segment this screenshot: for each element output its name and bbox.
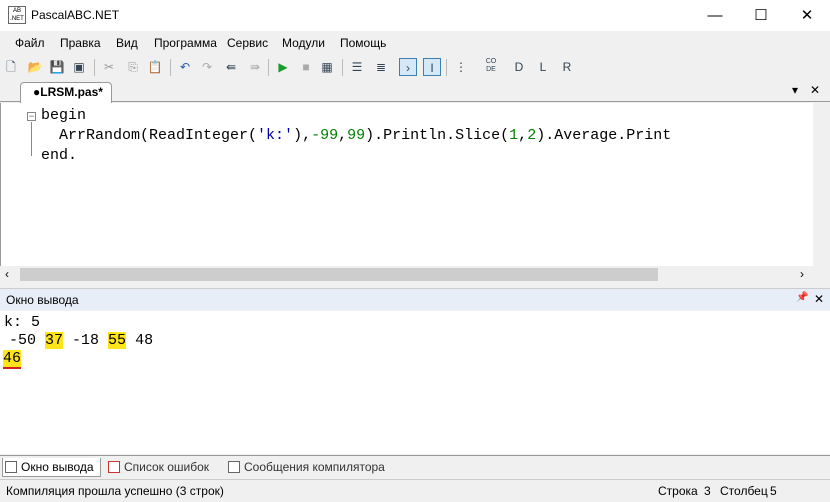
tab-compiler-messages[interactable]: Сообщения компилятора xyxy=(226,458,385,477)
open-icon[interactable]: 📂 xyxy=(26,58,44,76)
output-icon xyxy=(5,461,17,473)
output-title: Окно вывода xyxy=(6,293,79,307)
tab-menu-icon[interactable]: ▾ xyxy=(792,83,798,97)
redo-icon[interactable]: ↷ xyxy=(198,58,216,76)
menu-file[interactable]: Файл xyxy=(15,36,45,50)
title-bar: AB .NET PascalABC.NET — ☐ ✕ xyxy=(0,0,830,31)
col-value: 5 xyxy=(770,484,777,498)
output-window[interactable]: k: 5 -50 37 -18 55 48 46 xyxy=(0,311,830,454)
format-icon[interactable]: ☰ xyxy=(348,58,366,76)
menu-bar: Файл Правка Вид Программа Сервис Модули … xyxy=(0,31,830,55)
status-message: Компиляция прошла успешно (3 строк) xyxy=(6,484,224,498)
file-tab[interactable]: ●LRSM.pas* xyxy=(20,82,112,103)
code-icon[interactable]: CO DE xyxy=(482,58,500,76)
status-bar: Компиляция прошла успешно (3 строк) Стро… xyxy=(0,479,830,502)
app-logo-icon: AB .NET xyxy=(8,6,26,24)
scroll-left-icon[interactable]: ‹ xyxy=(5,267,9,281)
row-value: 3 xyxy=(704,484,711,498)
console-toggle-icon[interactable]: › xyxy=(399,58,417,76)
window-title: PascalABC.NET xyxy=(31,8,120,22)
col-label: Столбец xyxy=(720,484,768,498)
menu-program[interactable]: Программа xyxy=(154,36,217,50)
code-editor[interactable]: − begin ArrRandom(ReadInteger('k:'),-99,… xyxy=(0,103,830,268)
bottom-tabs: Окно вывода Список ошибок Сообщения комп… xyxy=(0,455,830,477)
scroll-thumb[interactable] xyxy=(20,268,658,281)
output-line-2: -50 37 -18 55 48 xyxy=(0,332,154,349)
messages-icon xyxy=(228,461,240,473)
fold-line xyxy=(31,122,32,156)
cut-icon[interactable]: ✂ xyxy=(100,58,118,76)
tab-output[interactable]: Окно вывода xyxy=(2,458,101,477)
save-all-icon[interactable]: ▣ xyxy=(70,58,88,76)
goto-icon[interactable]: ≣ xyxy=(372,58,390,76)
undo-icon[interactable]: ↶ xyxy=(176,58,194,76)
tab-errors[interactable]: Список ошибок xyxy=(106,458,209,477)
run-icon[interactable]: ▶ xyxy=(274,58,292,76)
toolbar: 🗋 📂 💾 ▣ ✂ ⎘ 📋 ↶ ↷ ⇚ ⇛ ▶ ■ ▦ ☰ ≣ › I ⋮ CO… xyxy=(0,56,830,80)
horizontal-scrollbar[interactable]: ‹ › xyxy=(0,266,830,283)
menu-view[interactable]: Вид xyxy=(116,36,138,50)
new-file-icon[interactable]: 🗋 xyxy=(2,58,20,76)
menu-modules[interactable]: Модули xyxy=(282,36,325,50)
maximize-button[interactable]: ☐ xyxy=(738,0,784,31)
editor-tabs: ●LRSM.pas* ▾ ✕ xyxy=(0,80,830,103)
code-line-2: ArrRandom(ReadInteger('k:'),-99,99).Prin… xyxy=(41,127,672,144)
ref-icon[interactable]: R xyxy=(558,58,576,76)
next-icon[interactable]: ⇛ xyxy=(246,58,264,76)
outline-icon[interactable]: ⋮ xyxy=(452,58,470,76)
menu-help[interactable]: Помощь xyxy=(340,36,386,50)
output-line-1: k: 5 xyxy=(4,314,41,331)
code-line-1: begin xyxy=(41,107,87,124)
output-header: Окно вывода 📌 ✕ xyxy=(0,288,830,310)
close-button[interactable]: ✕ xyxy=(784,0,830,31)
text-toggle-icon[interactable]: I xyxy=(423,58,441,76)
errors-icon xyxy=(108,461,120,473)
stop-icon[interactable]: ■ xyxy=(297,58,315,76)
save-icon[interactable]: 💾 xyxy=(48,58,66,76)
compile-icon[interactable]: ▦ xyxy=(318,58,336,76)
vertical-scrollbar[interactable] xyxy=(813,103,830,268)
paste-icon[interactable]: 📋 xyxy=(146,58,164,76)
menu-service[interactable]: Сервис xyxy=(227,36,268,50)
scroll-right-icon[interactable]: › xyxy=(800,267,804,281)
output-close-icon[interactable]: ✕ xyxy=(814,292,824,306)
prev-icon[interactable]: ⇚ xyxy=(222,58,240,76)
pin-icon[interactable]: 📌 xyxy=(796,292,808,303)
row-label: Строка xyxy=(658,484,698,498)
fold-icon[interactable]: − xyxy=(27,112,36,121)
code-line-3: end. xyxy=(41,147,78,164)
output-line-3: 46 xyxy=(3,350,22,369)
tab-close-icon[interactable]: ✕ xyxy=(810,83,820,97)
minimize-button[interactable]: — xyxy=(692,0,738,31)
menu-edit[interactable]: Правка xyxy=(60,36,101,50)
lib-icon[interactable]: L xyxy=(534,58,552,76)
debug-icon[interactable]: D xyxy=(510,58,528,76)
copy-icon[interactable]: ⎘ xyxy=(124,58,142,76)
